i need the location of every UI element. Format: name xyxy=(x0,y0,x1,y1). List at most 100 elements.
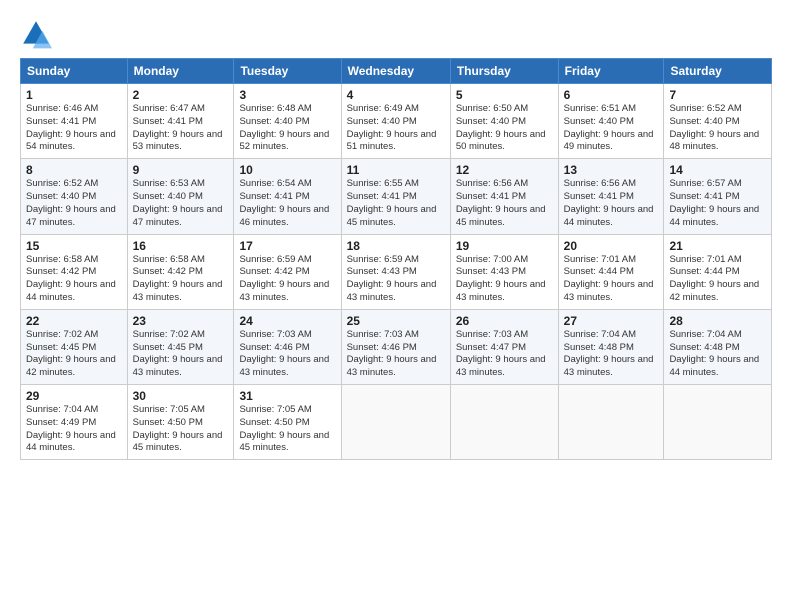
day-number: 24 xyxy=(239,314,335,328)
header-day-saturday: Saturday xyxy=(664,59,772,84)
day-cell: 2Sunrise: 6:47 AMSunset: 4:41 PMDaylight… xyxy=(127,84,234,159)
day-cell: 25Sunrise: 7:03 AMSunset: 4:46 PMDayligh… xyxy=(341,309,450,384)
day-cell: 4Sunrise: 6:49 AMSunset: 4:40 PMDaylight… xyxy=(341,84,450,159)
day-info: Sunrise: 7:04 AMSunset: 4:48 PMDaylight:… xyxy=(564,329,659,380)
day-info: Sunrise: 6:52 AMSunset: 4:40 PMDaylight:… xyxy=(669,103,766,154)
day-number: 30 xyxy=(133,389,229,403)
header-day-wednesday: Wednesday xyxy=(341,59,450,84)
day-cell: 30Sunrise: 7:05 AMSunset: 4:50 PMDayligh… xyxy=(127,385,234,460)
day-number: 5 xyxy=(456,88,553,102)
day-info: Sunrise: 6:57 AMSunset: 4:41 PMDaylight:… xyxy=(669,178,766,229)
day-cell: 31Sunrise: 7:05 AMSunset: 4:50 PMDayligh… xyxy=(234,385,341,460)
calendar-header: SundayMondayTuesdayWednesdayThursdayFrid… xyxy=(21,59,772,84)
day-info: Sunrise: 7:05 AMSunset: 4:50 PMDaylight:… xyxy=(239,404,335,455)
day-info: Sunrise: 7:02 AMSunset: 4:45 PMDaylight:… xyxy=(133,329,229,380)
header-day-monday: Monday xyxy=(127,59,234,84)
day-info: Sunrise: 7:01 AMSunset: 4:44 PMDaylight:… xyxy=(669,254,766,305)
day-number: 23 xyxy=(133,314,229,328)
day-cell: 27Sunrise: 7:04 AMSunset: 4:48 PMDayligh… xyxy=(558,309,664,384)
day-info: Sunrise: 7:03 AMSunset: 4:47 PMDaylight:… xyxy=(456,329,553,380)
day-number: 31 xyxy=(239,389,335,403)
day-number: 4 xyxy=(347,88,445,102)
day-number: 8 xyxy=(26,163,122,177)
day-info: Sunrise: 6:56 AMSunset: 4:41 PMDaylight:… xyxy=(564,178,659,229)
day-number: 26 xyxy=(456,314,553,328)
day-info: Sunrise: 6:50 AMSunset: 4:40 PMDaylight:… xyxy=(456,103,553,154)
day-cell: 21Sunrise: 7:01 AMSunset: 4:44 PMDayligh… xyxy=(664,234,772,309)
day-info: Sunrise: 6:56 AMSunset: 4:41 PMDaylight:… xyxy=(456,178,553,229)
day-number: 15 xyxy=(26,239,122,253)
day-cell: 18Sunrise: 6:59 AMSunset: 4:43 PMDayligh… xyxy=(341,234,450,309)
day-info: Sunrise: 7:04 AMSunset: 4:48 PMDaylight:… xyxy=(669,329,766,380)
day-cell: 8Sunrise: 6:52 AMSunset: 4:40 PMDaylight… xyxy=(21,159,128,234)
day-info: Sunrise: 6:51 AMSunset: 4:40 PMDaylight:… xyxy=(564,103,659,154)
day-number: 6 xyxy=(564,88,659,102)
day-info: Sunrise: 7:02 AMSunset: 4:45 PMDaylight:… xyxy=(26,329,122,380)
week-row-2: 8Sunrise: 6:52 AMSunset: 4:40 PMDaylight… xyxy=(21,159,772,234)
day-cell: 24Sunrise: 7:03 AMSunset: 4:46 PMDayligh… xyxy=(234,309,341,384)
page: SundayMondayTuesdayWednesdayThursdayFrid… xyxy=(0,0,792,612)
day-cell: 12Sunrise: 6:56 AMSunset: 4:41 PMDayligh… xyxy=(450,159,558,234)
day-info: Sunrise: 6:58 AMSunset: 4:42 PMDaylight:… xyxy=(26,254,122,305)
day-info: Sunrise: 6:54 AMSunset: 4:41 PMDaylight:… xyxy=(239,178,335,229)
day-number: 7 xyxy=(669,88,766,102)
day-number: 3 xyxy=(239,88,335,102)
day-info: Sunrise: 6:49 AMSunset: 4:40 PMDaylight:… xyxy=(347,103,445,154)
day-number: 12 xyxy=(456,163,553,177)
day-cell: 29Sunrise: 7:04 AMSunset: 4:49 PMDayligh… xyxy=(21,385,128,460)
day-info: Sunrise: 6:59 AMSunset: 4:43 PMDaylight:… xyxy=(347,254,445,305)
day-info: Sunrise: 6:48 AMSunset: 4:40 PMDaylight:… xyxy=(239,103,335,154)
day-cell: 11Sunrise: 6:55 AMSunset: 4:41 PMDayligh… xyxy=(341,159,450,234)
header-day-sunday: Sunday xyxy=(21,59,128,84)
header-day-thursday: Thursday xyxy=(450,59,558,84)
day-cell: 14Sunrise: 6:57 AMSunset: 4:41 PMDayligh… xyxy=(664,159,772,234)
day-info: Sunrise: 6:46 AMSunset: 4:41 PMDaylight:… xyxy=(26,103,122,154)
day-info: Sunrise: 6:53 AMSunset: 4:40 PMDaylight:… xyxy=(133,178,229,229)
header-day-friday: Friday xyxy=(558,59,664,84)
day-cell: 3Sunrise: 6:48 AMSunset: 4:40 PMDaylight… xyxy=(234,84,341,159)
day-number: 19 xyxy=(456,239,553,253)
day-number: 9 xyxy=(133,163,229,177)
day-info: Sunrise: 7:03 AMSunset: 4:46 PMDaylight:… xyxy=(239,329,335,380)
day-cell: 23Sunrise: 7:02 AMSunset: 4:45 PMDayligh… xyxy=(127,309,234,384)
day-info: Sunrise: 6:55 AMSunset: 4:41 PMDaylight:… xyxy=(347,178,445,229)
day-cell: 22Sunrise: 7:02 AMSunset: 4:45 PMDayligh… xyxy=(21,309,128,384)
day-number: 20 xyxy=(564,239,659,253)
day-cell: 20Sunrise: 7:01 AMSunset: 4:44 PMDayligh… xyxy=(558,234,664,309)
week-row-3: 15Sunrise: 6:58 AMSunset: 4:42 PMDayligh… xyxy=(21,234,772,309)
day-info: Sunrise: 6:59 AMSunset: 4:42 PMDaylight:… xyxy=(239,254,335,305)
day-info: Sunrise: 6:52 AMSunset: 4:40 PMDaylight:… xyxy=(26,178,122,229)
day-info: Sunrise: 7:01 AMSunset: 4:44 PMDaylight:… xyxy=(564,254,659,305)
day-info: Sunrise: 7:04 AMSunset: 4:49 PMDaylight:… xyxy=(26,404,122,455)
day-info: Sunrise: 6:58 AMSunset: 4:42 PMDaylight:… xyxy=(133,254,229,305)
day-cell: 9Sunrise: 6:53 AMSunset: 4:40 PMDaylight… xyxy=(127,159,234,234)
day-number: 18 xyxy=(347,239,445,253)
day-number: 21 xyxy=(669,239,766,253)
day-cell: 13Sunrise: 6:56 AMSunset: 4:41 PMDayligh… xyxy=(558,159,664,234)
header xyxy=(20,18,772,50)
day-cell xyxy=(664,385,772,460)
header-day-tuesday: Tuesday xyxy=(234,59,341,84)
day-cell: 15Sunrise: 6:58 AMSunset: 4:42 PMDayligh… xyxy=(21,234,128,309)
week-row-1: 1Sunrise: 6:46 AMSunset: 4:41 PMDaylight… xyxy=(21,84,772,159)
day-cell: 1Sunrise: 6:46 AMSunset: 4:41 PMDaylight… xyxy=(21,84,128,159)
day-number: 29 xyxy=(26,389,122,403)
day-number: 10 xyxy=(239,163,335,177)
week-row-4: 22Sunrise: 7:02 AMSunset: 4:45 PMDayligh… xyxy=(21,309,772,384)
day-cell: 19Sunrise: 7:00 AMSunset: 4:43 PMDayligh… xyxy=(450,234,558,309)
day-number: 16 xyxy=(133,239,229,253)
day-number: 25 xyxy=(347,314,445,328)
day-number: 17 xyxy=(239,239,335,253)
day-number: 13 xyxy=(564,163,659,177)
day-cell xyxy=(341,385,450,460)
day-info: Sunrise: 7:03 AMSunset: 4:46 PMDaylight:… xyxy=(347,329,445,380)
logo-icon xyxy=(20,18,52,50)
calendar-table: SundayMondayTuesdayWednesdayThursdayFrid… xyxy=(20,58,772,460)
day-info: Sunrise: 7:05 AMSunset: 4:50 PMDaylight:… xyxy=(133,404,229,455)
day-cell: 6Sunrise: 6:51 AMSunset: 4:40 PMDaylight… xyxy=(558,84,664,159)
day-number: 27 xyxy=(564,314,659,328)
day-cell xyxy=(558,385,664,460)
day-number: 2 xyxy=(133,88,229,102)
day-cell xyxy=(450,385,558,460)
calendar-body: 1Sunrise: 6:46 AMSunset: 4:41 PMDaylight… xyxy=(21,84,772,460)
